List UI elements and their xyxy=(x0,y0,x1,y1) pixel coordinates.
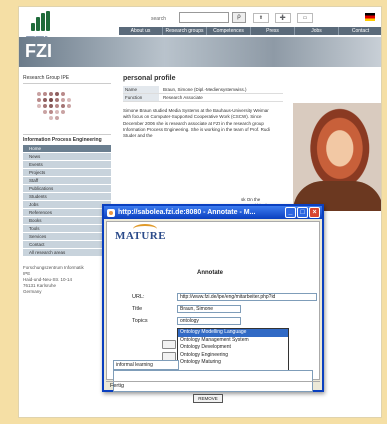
suggestion-item[interactable]: Ontology Engineering xyxy=(178,352,288,360)
profile-photo xyxy=(293,103,381,211)
add-topic-button[interactable] xyxy=(162,340,176,349)
bookmark-icon[interactable]: ➕ xyxy=(275,13,291,23)
profile-row: Function Research Associate xyxy=(123,94,283,102)
menu-item-news[interactable]: News xyxy=(23,153,111,161)
browser-icon xyxy=(107,208,115,217)
contact-line: Germany xyxy=(23,289,42,294)
menu-item-contact[interactable]: Contact xyxy=(23,241,111,249)
mature-logo: MATURE xyxy=(115,224,166,242)
tool-icons: ⬆ ➕ ▭ xyxy=(253,13,313,23)
contact-address: Forschungszentrum Informatik IPE Haid-un… xyxy=(23,265,111,295)
group-title: Research Group IPE xyxy=(23,75,70,81)
menu-item-tools[interactable]: Tools xyxy=(23,225,111,233)
nav-about-us[interactable]: About us xyxy=(119,27,163,35)
tag-input[interactable]: informal learning xyxy=(113,360,179,370)
menu-item-jobs[interactable]: Jobs xyxy=(23,201,111,209)
menu-item-staff[interactable]: Staff xyxy=(23,177,111,185)
suggestion-item[interactable]: Ontology Management System xyxy=(178,337,288,345)
topics-label: Topics xyxy=(132,318,148,324)
status-bar: Fertig xyxy=(106,381,320,390)
dots-graphic xyxy=(23,83,111,135)
window-title: http://sabolea.fzi.de:8080 - Annotate - … xyxy=(118,209,256,216)
search-input[interactable] xyxy=(179,12,229,23)
title-label: Title xyxy=(132,306,143,312)
suggestion-item[interactable]: Ontology Development xyxy=(178,344,288,352)
menu-item-students[interactable]: Students xyxy=(23,193,111,201)
menu-item-home[interactable]: Home xyxy=(23,145,111,153)
menu-item-publications[interactable]: Publications xyxy=(23,185,111,193)
german-flag-icon[interactable] xyxy=(365,13,375,21)
menu-item-services[interactable]: Services xyxy=(23,233,111,241)
header-banner: FZI xyxy=(19,37,381,67)
close-icon[interactable]: × xyxy=(309,207,320,218)
annotate-heading: Annotate xyxy=(197,270,223,276)
menu-item-projects[interactable]: Projects xyxy=(23,169,111,177)
fzi-logo-mark-icon xyxy=(31,11,53,31)
nav-contact[interactable]: Contact xyxy=(339,27,381,35)
menu-item-all-research-areas[interactable]: All research areas xyxy=(23,249,111,257)
url-label: URL: xyxy=(132,294,145,300)
status-text: Fertig xyxy=(110,383,125,389)
logo-arc-icon xyxy=(133,224,157,234)
profile-value: Research Associate xyxy=(163,95,203,100)
profile-column: personal profile Name Braun, Simone (Dip… xyxy=(119,71,381,211)
window-titlebar[interactable]: http://sabolea.fzi.de:8080 - Annotate - … xyxy=(104,206,322,219)
profile-key: Function xyxy=(123,94,159,101)
minimize-icon[interactable]: _ xyxy=(285,207,296,218)
menu-item-events[interactable]: Events xyxy=(23,161,111,169)
print-icon[interactable]: ▭ xyxy=(297,13,313,23)
nav-jobs[interactable]: Jobs xyxy=(295,27,339,35)
profile-bio: Simone Braun studied Media Systems at th… xyxy=(123,108,270,139)
top-icon[interactable]: ⬆ xyxy=(253,13,269,23)
url-input[interactable]: http://www.fzi.de/ipe/eng/mitarbeiter.ph… xyxy=(177,293,317,301)
menu-item-books[interactable]: Books xyxy=(23,217,111,225)
topics-input[interactable]: ontology xyxy=(177,317,241,325)
search-button[interactable]: ρ xyxy=(232,12,246,23)
page-header: FZI search ρ ⬆ ➕ ▭ About us Research gro… xyxy=(19,7,381,67)
section-name: Information Process Engineering xyxy=(23,137,102,143)
profile-row: Name Braun, Simone (Dipl.-Mediensystemwi… xyxy=(123,86,283,94)
left-column: Research Group IPE Information Process E… xyxy=(19,71,115,303)
search-label: search xyxy=(151,16,167,22)
nav-research-groups[interactable]: Research groups xyxy=(163,27,207,35)
banner-logo: FZI xyxy=(25,41,52,61)
suggestion-item[interactable]: Ontology Modelling Language xyxy=(178,329,288,337)
profile-title: personal profile xyxy=(123,75,176,82)
maximize-icon[interactable]: □ xyxy=(297,207,308,218)
menu-item-references[interactable]: References xyxy=(23,209,111,217)
title-input[interactable]: Braun, Simone xyxy=(177,305,241,313)
window-content: MATURE Annotate URL: http://www.fzi.de/i… xyxy=(106,221,320,403)
window-controls: _ □ × xyxy=(285,207,320,218)
main-nav: About us Research groups Competences Pre… xyxy=(119,27,381,35)
profile-value: Braun, Simone (Dipl.-Mediensystemwiss.) xyxy=(163,87,247,92)
profile-key: Name xyxy=(123,86,159,93)
remove-button[interactable]: REMOVE xyxy=(193,394,223,403)
nav-press[interactable]: Press xyxy=(251,27,295,35)
profile-table: Name Braun, Simone (Dipl.-Mediensystemwi… xyxy=(123,86,283,102)
suggestion-item[interactable]: Ontology Maturing xyxy=(178,359,288,367)
annotate-window: http://sabolea.fzi.de:8080 - Annotate - … xyxy=(102,204,324,403)
side-menu: Home News Events Projects Staff Publicat… xyxy=(23,145,111,257)
nav-competences[interactable]: Competences xyxy=(207,27,251,35)
